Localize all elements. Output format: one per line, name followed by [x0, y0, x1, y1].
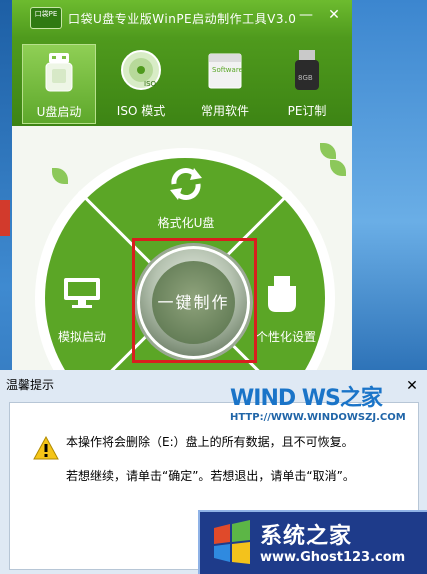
close-button[interactable]: ✕ [322, 5, 346, 25]
usb-plug-icon[interactable] [262, 274, 302, 314]
format-usb-label[interactable]: 格式化U盘 [148, 214, 224, 231]
highlight-box [132, 238, 257, 363]
dialog-title: 温馨提示 [6, 378, 55, 392]
usb-stick-icon: 8GB [295, 50, 319, 90]
tab-usb-boot[interactable]: U盘启动 [22, 44, 96, 124]
window-title: 口袋U盘专业版WinPE启动制作工具V3.0 [68, 12, 297, 26]
toolbar: U盘启动 ISO ISO 模式 Software 常用软件 8GB PE订制 [12, 38, 352, 126]
disc-label: ISO [144, 80, 157, 88]
windows-logo-icon [214, 520, 250, 564]
refresh-format-icon[interactable] [164, 162, 208, 206]
software-box-icon: Software [208, 53, 243, 89]
personalize-label[interactable]: 个性化设置 [250, 328, 322, 345]
app-window: 口袋PE 口袋U盘专业版WinPE启动制作工具V3.0 — ✕ U盘启动 ISO… [12, 0, 352, 372]
tab-usb-boot-label: U盘启动 [36, 105, 82, 119]
usb-stick-label: 8GB [298, 74, 313, 82]
disc-icon: ISO [121, 50, 161, 90]
watermark-url: HTTP://WWW.WINDOWSZJ.COM [230, 412, 406, 423]
software-box-label: Software [212, 66, 243, 74]
monitor-icon[interactable] [62, 276, 102, 310]
app-logo: 口袋PE [30, 7, 62, 29]
warning-icon [33, 436, 59, 460]
desktop-icon-fragment [0, 200, 10, 236]
title-bar: 口袋PE 口袋U盘专业版WinPE启动制作工具V3.0 — ✕ [12, 0, 352, 38]
tab-common-software[interactable]: Software 常用软件 [188, 44, 262, 124]
tab-common-software-label: 常用软件 [200, 104, 249, 118]
desktop-background-right [352, 0, 427, 370]
tab-pe-custom[interactable]: 8GB PE订制 [270, 44, 344, 124]
minimize-button[interactable]: — [294, 5, 318, 25]
dialog-message-line1: 本操作将会删除（E:）盘上的所有数据，且不可恢复。 [66, 435, 354, 449]
dialog-message-line2: 若想继续，请单击“确定”。若想退出，请单击“取消”。 [66, 469, 355, 483]
usb-drive-icon [45, 53, 73, 92]
tab-iso-mode-label: ISO 模式 [116, 104, 166, 118]
tab-pe-custom-label: PE订制 [287, 104, 327, 118]
watermark-ghost123: 系统之家 www.Ghost123.com [198, 510, 427, 574]
tab-iso-mode[interactable]: ISO ISO 模式 [104, 44, 178, 124]
simulate-boot-label[interactable]: 模拟启动 [52, 328, 112, 345]
watermark-title: 系统之家 [260, 524, 353, 549]
watermark-brand: WIND WS之家 [230, 386, 383, 411]
watermark-url-2: www.Ghost123.com [260, 550, 406, 565]
